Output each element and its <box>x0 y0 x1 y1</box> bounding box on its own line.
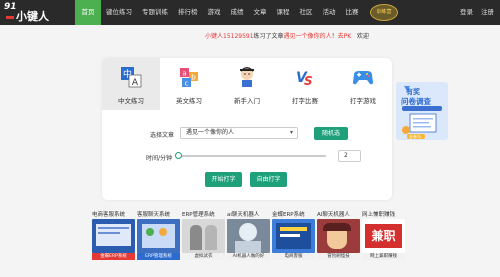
english-practice-icon: a b c <box>180 68 198 88</box>
tab-english-practice[interactable]: a b c 英文练习 <box>160 58 218 110</box>
ad-strip: 电商客服系统 金蝶ERP系统 客服聊天系统 ERP管理系统 ERP管理系统 虚拟… <box>92 210 405 262</box>
logo-accent <box>6 16 14 19</box>
survey-ad-button: 去参与 <box>409 134 421 139</box>
ad-caption: 虚拟试衣 <box>182 253 225 260</box>
ad-caption: 金蝶ERP系统 <box>92 253 135 260</box>
ad-title: 网上兼职赚钱 <box>362 212 396 218</box>
article-select[interactable]: 遇见一个像你的人 ▾ <box>180 127 298 139</box>
tab-label-beginner: 新手入门 <box>234 97 260 105</box>
article-select-value: 遇见一个像你的人 <box>186 129 235 136</box>
beginner-icon <box>240 67 254 87</box>
time-label: 时间/分钟 <box>146 155 173 162</box>
nav-item-ranking[interactable]: 排行榜 <box>173 0 203 25</box>
ad-title: 金蝶ERP系统 <box>272 212 305 218</box>
random-article-button[interactable]: 随机选 <box>314 127 348 140</box>
ad-card[interactable]: AI聊天机器人 冒险刷怪技 <box>317 210 360 262</box>
ad-caption: ERP管理系统 <box>137 253 180 260</box>
ad-title: 电商客服系统 <box>92 212 126 218</box>
ticker-action: 练习了文章 <box>253 33 284 40</box>
tab-label-game: 打字游戏 <box>350 97 376 105</box>
nav-item-contests[interactable]: 比赛 <box>341 0 364 25</box>
survey-ad-line2: 问卷调查 <box>401 97 431 106</box>
nav-item-articles[interactable]: 文章 <box>249 0 272 25</box>
nav-item-courses[interactable]: 课程 <box>272 0 295 25</box>
chevron-down-icon: ▾ <box>289 129 293 136</box>
svg-text:c: c <box>185 80 189 88</box>
nav-item-games[interactable]: 游戏 <box>203 0 226 25</box>
ad-caption: 冒险刷怪技 <box>317 253 360 260</box>
activity-ticker: 小键人15129591练习了文章遇见一个像你的人！去PK 欢迎 <box>205 31 369 40</box>
tab-typing-contest[interactable]: V S 打字比赛 <box>276 58 334 110</box>
tab-label-english: 英文练习 <box>176 97 202 105</box>
ad-image <box>227 219 270 253</box>
ad-title: AI聊天机器人 <box>317 212 350 218</box>
ad-title: ERP管理系统 <box>182 212 215 218</box>
survey-ad[interactable]: 有奖 问卷调查 去参与 <box>396 82 448 140</box>
ad-caption: 电商客服 <box>272 253 315 260</box>
top-navigation-bar: 91 小键人 首页 键位练习 专题训练 排行榜 游戏 成绩 文章 课程 社区 活… <box>0 0 500 25</box>
ad-card[interactable]: ai聊天机器人 AI机器人做的好 <box>227 210 270 262</box>
svg-text:A: A <box>132 78 139 88</box>
ad-card[interactable]: 网上兼职赚钱 兼职 网上兼职赚钱 <box>362 210 405 262</box>
ad-title: ai聊天机器人 <box>227 212 260 218</box>
tab-chinese-practice[interactable]: 中 A 中文练习 <box>102 58 160 110</box>
logo-name: 小键人 <box>16 10 49 23</box>
ad-image <box>182 219 225 253</box>
nav-item-home[interactable]: 首页 <box>75 0 101 25</box>
article-label: 选择文章 <box>150 132 175 139</box>
tab-label-chinese: 中文练习 <box>118 97 144 105</box>
typing-contest-icon: V S <box>296 70 313 88</box>
free-typing-button[interactable]: 自由打字 <box>250 172 287 187</box>
ad-image <box>317 219 360 253</box>
time-slider-track[interactable] <box>178 155 326 157</box>
site-logo[interactable]: 91 小键人 <box>4 2 64 24</box>
register-link[interactable]: 注册 <box>481 8 494 16</box>
logo-number: 91 <box>4 2 17 12</box>
ad-card[interactable]: 客服聊天系统 ERP管理系统 <box>137 210 180 262</box>
nav-item-key-practice[interactable]: 键位练习 <box>101 0 137 25</box>
start-typing-button[interactable]: 开始打字 <box>205 172 242 187</box>
time-input[interactable]: 2 <box>338 150 361 162</box>
time-slider-handle[interactable] <box>175 152 182 159</box>
tab-beginner[interactable]: 新手入门 <box>218 58 276 110</box>
svg-text:a: a <box>182 70 186 78</box>
practice-panel: 中 A 中文练习 a b c 英文练习 新手入门 V S 打字比赛 打字游戏 选… <box>102 58 392 200</box>
nav-item-scores[interactable]: 成绩 <box>226 0 249 25</box>
ad-card[interactable]: 电商客服系统 金蝶ERP系统 <box>92 210 135 262</box>
ticker-user[interactable]: 小键人15129591 <box>205 33 254 40</box>
ad-image <box>137 219 180 253</box>
ad-card[interactable]: ERP管理系统 虚拟试衣 <box>182 210 225 262</box>
ad-part-time-badge: 兼职 <box>365 224 402 248</box>
training-camp-badge[interactable]: 训练营 <box>370 4 398 21</box>
typing-game-icon <box>353 71 373 85</box>
auth-links: 登录 注册 <box>452 0 494 25</box>
nav-item-events[interactable]: 活动 <box>318 0 341 25</box>
ad-title: 客服聊天系统 <box>137 212 171 218</box>
ad-card[interactable]: 金蝶ERP系统 电商客服 <box>272 210 315 262</box>
nav-item-topic-training[interactable]: 专题训练 <box>137 0 173 25</box>
ad-image: 兼职 <box>362 219 405 253</box>
ad-caption: 网上兼职赚钱 <box>362 253 405 260</box>
ticker-article-link[interactable]: 遇见一个像你的人 <box>284 33 332 40</box>
ticker-tail: 欢迎 <box>356 33 369 40</box>
ad-image <box>272 219 315 253</box>
nav-item-community[interactable]: 社区 <box>295 0 318 25</box>
login-link[interactable]: 登录 <box>460 8 473 16</box>
survey-ad-graphic <box>396 82 448 140</box>
svg-text:b: b <box>191 74 196 82</box>
ad-image <box>92 219 135 253</box>
tab-typing-game[interactable]: 打字游戏 <box>334 58 392 110</box>
main-nav: 首页 键位练习 专题训练 排行榜 游戏 成绩 文章 课程 社区 活动 比赛 <box>75 0 364 25</box>
ticker-pk-link[interactable]: 去PK <box>338 33 352 40</box>
ad-caption: AI机器人做的好 <box>227 253 270 260</box>
practice-tabs: 中 A 中文练习 a b c 英文练习 新手入门 V S 打字比赛 打字游戏 <box>102 58 392 110</box>
tab-label-contest: 打字比赛 <box>292 97 318 105</box>
chinese-practice-icon: 中 A <box>121 67 142 88</box>
svg-text:S: S <box>304 74 313 88</box>
